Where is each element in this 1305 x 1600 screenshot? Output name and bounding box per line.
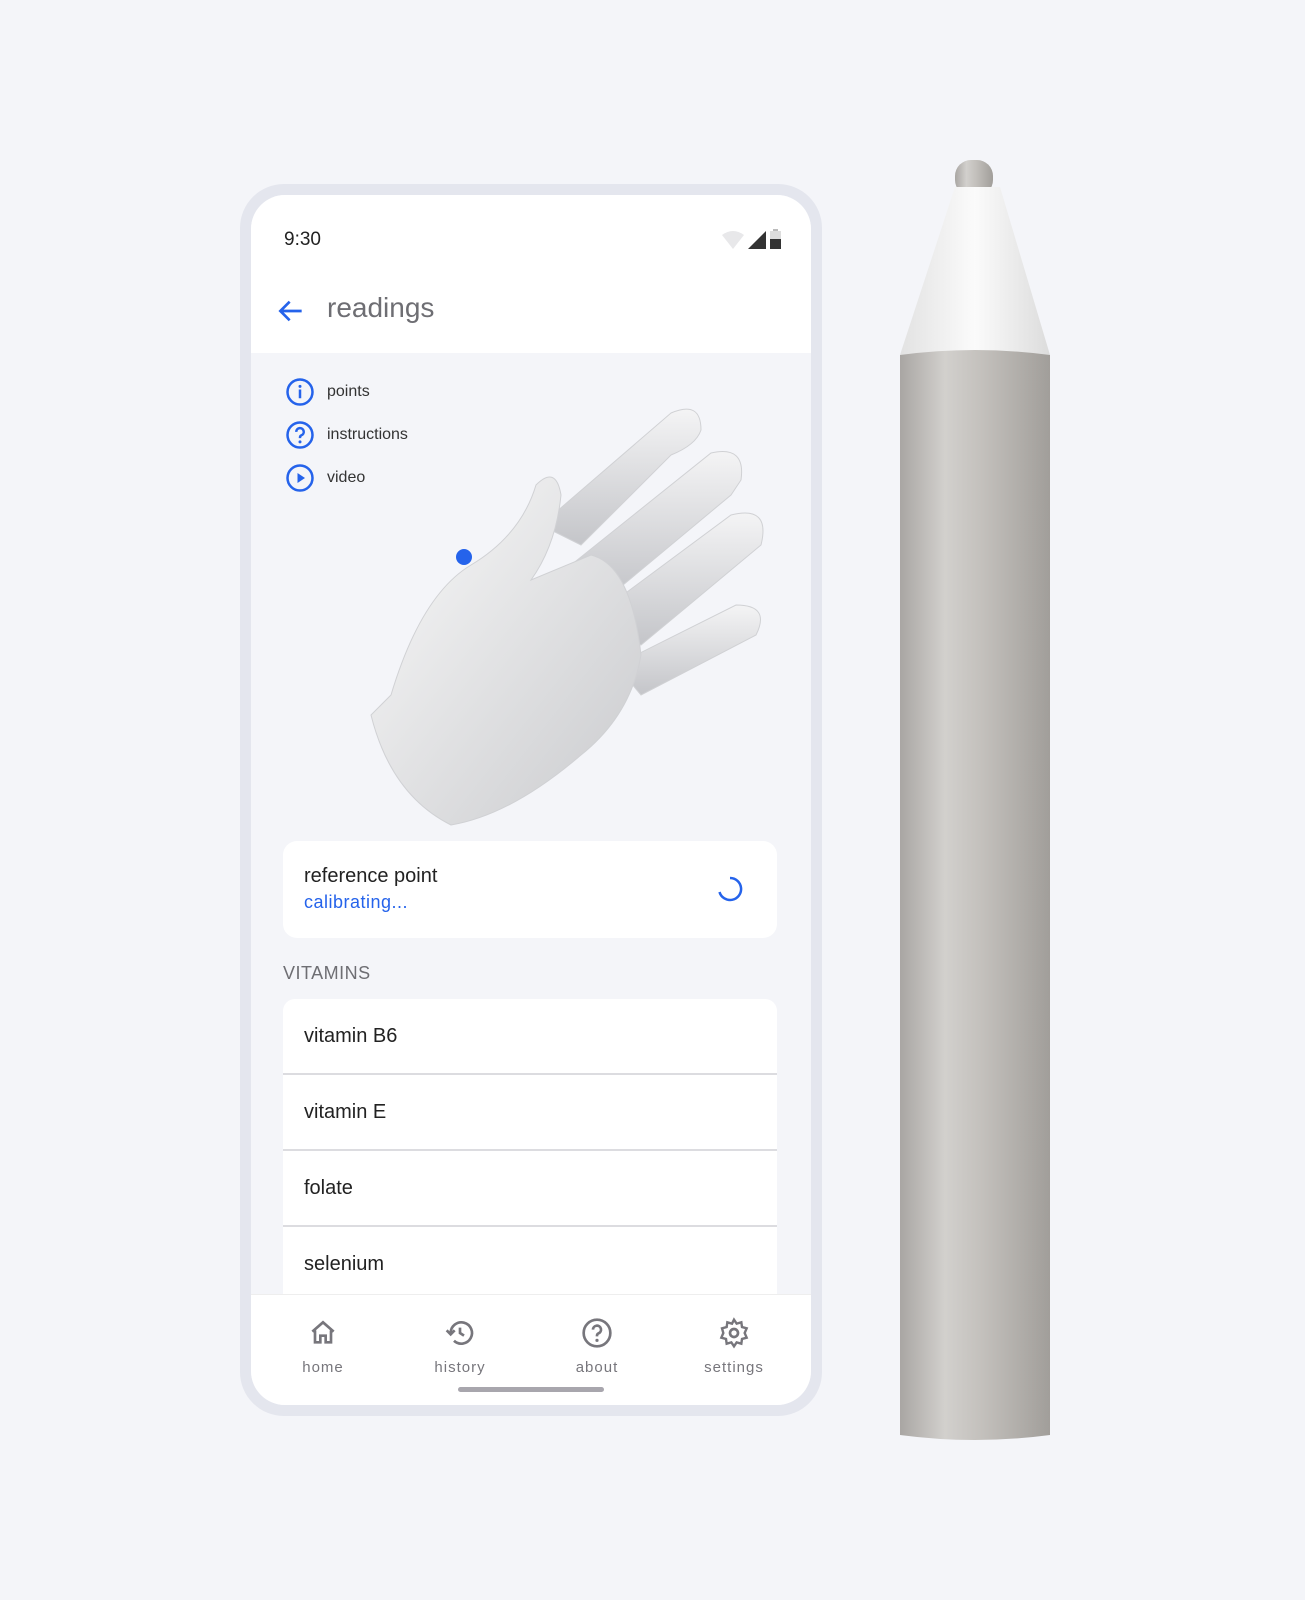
section-header-vitamins: VITAMINS <box>283 963 371 983</box>
status-bar: 9:30 <box>251 195 811 275</box>
link-label: instructions <box>327 425 408 443</box>
phone-screen: 9:30 readings points instructions video … <box>251 195 811 1405</box>
nav-label: about <box>575 1359 619 1376</box>
list-item[interactable]: folate <box>283 1151 777 1227</box>
reference-status: calibrating... <box>304 892 409 912</box>
nav-label: home <box>302 1359 344 1376</box>
link-video[interactable]: video <box>285 456 408 499</box>
link-label: video <box>327 468 366 486</box>
home-icon <box>311 1320 335 1344</box>
nav-about[interactable]: about <box>537 1317 657 1376</box>
home-indicator[interactable] <box>458 1387 604 1392</box>
nav-settings[interactable]: settings <box>674 1317 794 1376</box>
reference-title: reference point <box>304 865 438 887</box>
status-time: 9:30 <box>284 229 321 250</box>
reference-point-card[interactable]: reference point calibrating... <box>283 841 777 938</box>
app-bar: readings <box>251 275 811 353</box>
battery-icon <box>770 229 781 249</box>
info-icon <box>286 377 314 406</box>
link-label: points <box>327 382 370 400</box>
list-item[interactable]: vitamin B6 <box>283 999 777 1075</box>
help-icon <box>286 420 314 449</box>
wifi-icon <box>722 231 744 249</box>
info-links: points instructions video <box>285 370 408 499</box>
loading-spinner-icon <box>718 876 743 902</box>
page-title: readings <box>327 292 435 323</box>
arrow-left-icon[interactable] <box>275 295 307 327</box>
list-item[interactable]: vitamin E <box>283 1075 777 1151</box>
bottom-nav: home history about settings <box>251 1294 811 1405</box>
nav-history[interactable]: history <box>400 1317 520 1376</box>
nav-home[interactable]: home <box>263 1317 383 1376</box>
phone-frame: 9:30 readings points instructions video … <box>240 184 822 1416</box>
link-points[interactable]: points <box>285 370 408 413</box>
help-icon <box>582 1318 612 1348</box>
nav-label: settings <box>704 1359 764 1376</box>
gear-icon <box>719 1317 749 1349</box>
nav-label: history <box>434 1359 486 1376</box>
play-icon <box>286 463 314 492</box>
list-item[interactable]: selenium <box>283 1227 777 1303</box>
pen-device-illustration <box>900 160 1050 1440</box>
vitamin-list: vitamin B6 vitamin E folate selenium <box>283 999 777 1303</box>
point-marker[interactable] <box>456 549 472 565</box>
history-icon <box>445 1321 474 1345</box>
link-instructions[interactable]: instructions <box>285 413 408 456</box>
signal-icon <box>748 231 766 249</box>
